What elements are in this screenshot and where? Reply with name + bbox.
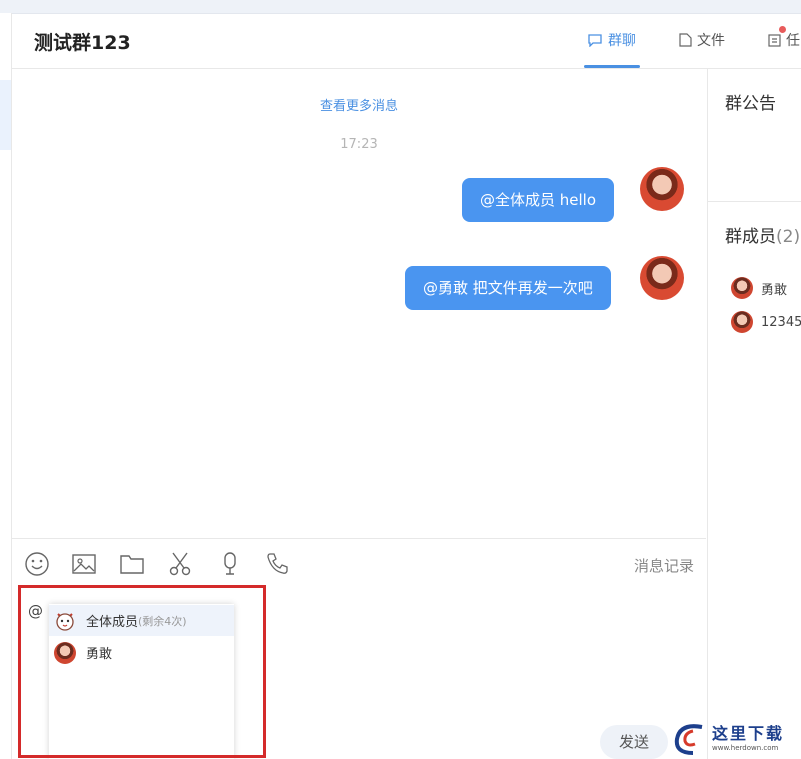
conversation-selected-edge[interactable] (0, 80, 11, 150)
chat-header: 测试群123 群聊 文件 任 (12, 14, 801, 69)
members-label: 群成员 (725, 227, 776, 247)
notification-dot (779, 26, 786, 33)
window-top-strip (0, 0, 801, 14)
input-toolbar: 消息记录 (12, 538, 706, 589)
avatar (731, 277, 753, 299)
avatar[interactable] (640, 167, 684, 211)
tab-label: 任 (786, 33, 800, 49)
message-list[interactable]: 查看更多消息 17:23 @全体成员 hello @勇敢 把文件再发一次吧 (12, 69, 706, 537)
load-more-link[interactable]: 查看更多消息 (12, 95, 706, 114)
chat-bubble-icon (588, 34, 602, 47)
member-name: 勇敢 (761, 282, 788, 298)
image-icon[interactable] (71, 551, 97, 577)
watermark-url: www.herdown.com (712, 743, 779, 752)
message-bubble[interactable]: @勇敢 把文件再发一次吧 (405, 266, 611, 310)
folder-icon[interactable] (119, 551, 145, 577)
tab-label: 文件 (697, 33, 725, 49)
announcement-title: 群公告 (725, 94, 776, 114)
member-item[interactable]: 勇敢 (731, 277, 787, 299)
members-title: 群成员(2) (725, 222, 800, 247)
task-icon (768, 34, 781, 47)
message-history-link[interactable]: 消息记录 (634, 555, 694, 576)
highlight-box (18, 585, 266, 758)
member-item[interactable]: 123456 (731, 311, 801, 333)
watermark-swirl-icon (674, 723, 703, 755)
members-count: (2) (776, 227, 801, 247)
active-tab-indicator (584, 65, 640, 68)
divider (708, 201, 801, 202)
send-button[interactable]: 发送 (600, 725, 668, 759)
message-timestamp: 17:23 (340, 137, 378, 152)
member-name: 123456 (761, 314, 801, 330)
scissors-icon[interactable] (167, 551, 193, 577)
microphone-icon[interactable] (217, 551, 243, 577)
tab-files[interactable]: 文件 (679, 30, 725, 50)
avatar (731, 311, 753, 333)
message-bubble[interactable]: @全体成员 hello (462, 178, 615, 222)
phone-icon[interactable] (264, 551, 290, 577)
file-icon (679, 33, 692, 47)
group-title: 测试群123 (34, 32, 131, 54)
tab-label: 群聊 (608, 33, 636, 49)
watermark-brand: 这里下载 (712, 723, 785, 743)
watermark-logo: 这里下载 www.herdown.com (672, 718, 801, 759)
tab-tasks[interactable]: 任 (768, 30, 800, 50)
avatar[interactable] (640, 256, 684, 300)
group-sidebar: 群公告 群成员(2) 勇敢 123456 (707, 69, 801, 759)
emoji-icon[interactable] (24, 551, 50, 577)
tab-group-chat[interactable]: 群聊 (587, 30, 636, 50)
